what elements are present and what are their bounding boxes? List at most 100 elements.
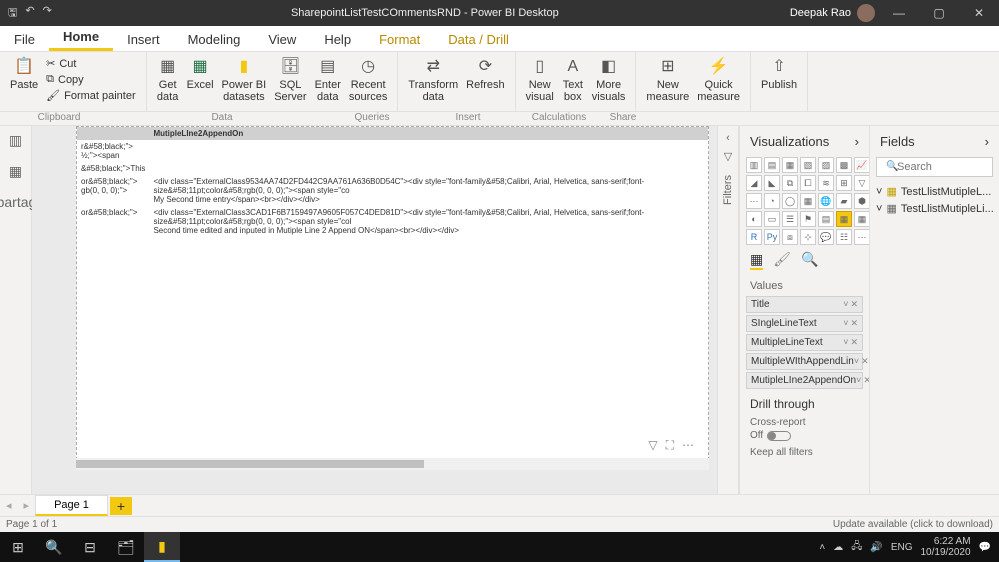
excel-button[interactable]: ▦Excel	[183, 54, 218, 93]
new-visual-button[interactable]: ▯New visual	[522, 54, 558, 105]
tab-help[interactable]: Help	[310, 28, 365, 51]
paste-button[interactable]: 📋Paste	[6, 54, 42, 93]
viz-100bar[interactable]: ▨	[818, 157, 834, 173]
add-page-button[interactable]: +	[110, 497, 132, 515]
cut-button[interactable]: ✂Cut	[42, 56, 140, 71]
start-button[interactable]: ⊞	[0, 532, 36, 562]
tab-file[interactable]: File	[0, 28, 49, 51]
viz-decomp[interactable]: ⊹	[800, 229, 816, 245]
well-multi2-append[interactable]: MutipleLIne2AppendOn˅✕	[746, 372, 863, 389]
report-canvas[interactable]: MutipleLIne2AppendOn r&#58;black;"> ½;">…	[32, 126, 717, 494]
more-visuals-button[interactable]: ◧More visuals	[588, 54, 630, 105]
well-title[interactable]: Title˅✕	[746, 296, 863, 313]
text-box-button[interactable]: AText box	[558, 54, 588, 105]
refresh-button[interactable]: ⟳Refresh	[462, 54, 509, 93]
viz-col[interactable]: ▧	[800, 157, 816, 173]
tray-lang[interactable]: ENG	[891, 542, 913, 553]
recent-sources-button[interactable]: ◷Recent sources	[345, 54, 392, 105]
tray-network-icon[interactable]: 🖧	[851, 539, 862, 556]
update-available[interactable]: Update available (click to download)	[833, 519, 993, 530]
search-button[interactable]: 🔍	[36, 532, 72, 562]
viz-slicer[interactable]: ▤	[818, 211, 834, 227]
format-painter-button[interactable]: 🖌Format painter	[42, 88, 140, 103]
viz-stacked-area[interactable]: ◣	[764, 175, 780, 191]
tab-modeling[interactable]: Modeling	[174, 28, 255, 51]
page-next[interactable]: ▸	[18, 499, 36, 512]
viz-shape-map[interactable]: ⬢	[854, 193, 870, 209]
task-view-button[interactable]: ⊟	[72, 532, 108, 562]
viz-clust-col[interactable]: ▦	[782, 157, 798, 173]
chevron-right-icon[interactable]: ›	[855, 134, 859, 149]
col-header[interactable]: MutipleLIne2AppendOn	[149, 127, 708, 140]
viz-py[interactable]: Py	[764, 229, 780, 245]
h-scrollbar[interactable]	[76, 458, 709, 470]
viz-card[interactable]: ▭	[764, 211, 780, 227]
viz-gauge[interactable]: ◐	[746, 211, 762, 227]
new-measure-button[interactable]: ⊞New measure	[642, 54, 693, 105]
viz-treemap[interactable]: ▦	[800, 193, 816, 209]
get-data-button[interactable]: ▦Get data	[153, 54, 183, 105]
viz-stacked-bar[interactable]: ▥	[746, 157, 762, 173]
pbi-datasets-button[interactable]: ▮Power BI datasets	[218, 54, 271, 105]
viz-pie[interactable]: ◔	[764, 193, 780, 209]
viz-combo2[interactable]: ⧠	[800, 175, 816, 191]
maximize-button[interactable]: ▢	[919, 6, 959, 20]
viz-donut[interactable]: ◯	[782, 193, 798, 209]
avatar[interactable]	[857, 4, 875, 22]
more-icon[interactable]: ⋯	[682, 438, 694, 453]
fields-tab-icon[interactable]: ▦	[750, 251, 763, 270]
report-view-icon[interactable]: ▥	[9, 132, 22, 149]
viz-line[interactable]: 📈	[854, 157, 870, 173]
enter-data-button[interactable]: ▤Enter data	[311, 54, 345, 105]
viz-multi-card[interactable]: ☰	[782, 211, 798, 227]
viz-100col[interactable]: ▩	[836, 157, 852, 173]
filter-icon[interactable]: ▽	[648, 438, 657, 453]
tray-notifications-icon[interactable]: 💬	[979, 542, 991, 553]
filters-pane-collapsed[interactable]: ‹ ▽ Filters	[717, 126, 739, 494]
powerbi-taskbar[interactable]: ▮	[144, 532, 180, 562]
sql-server-button[interactable]: 🗄SQL Server	[270, 54, 310, 105]
tray-clock[interactable]: 6:22 AM 10/19/2020	[920, 536, 970, 558]
viz-table[interactable]: ▦	[836, 211, 852, 227]
publish-button[interactable]: ⇧Publish	[757, 54, 801, 93]
viz-narrative[interactable]: ☷	[836, 229, 852, 245]
viz-area[interactable]: ◢	[746, 175, 762, 191]
viz-key-infl[interactable]: ⧈	[782, 229, 798, 245]
page-tab-1[interactable]: Page 1	[35, 495, 108, 516]
cross-report-toggle[interactable]: Off	[750, 430, 859, 441]
format-tab-icon[interactable]: 🖌	[773, 251, 791, 270]
focus-icon[interactable]: ⛶	[666, 438, 674, 453]
explorer-button[interactable]: 🗂	[108, 532, 144, 562]
page-prev[interactable]: ◂	[0, 499, 18, 512]
tab-datadrill[interactable]: Data / Drill	[434, 28, 523, 51]
viz-matrix[interactable]: ▦	[854, 211, 870, 227]
viz-kpi[interactable]: ⚑	[800, 211, 816, 227]
well-single[interactable]: SIngleLineText˅✕	[746, 315, 863, 332]
close-button[interactable]: ✕	[959, 6, 999, 20]
viz-bar[interactable]: ▤	[764, 157, 780, 173]
well-multi-append[interactable]: MultipleWIthAppendLin˅✕	[746, 353, 863, 370]
tray-cloud-icon[interactable]: ☁	[833, 542, 843, 553]
viz-filled-map[interactable]: ▰	[836, 193, 852, 209]
redo-icon[interactable]: ↷	[43, 4, 52, 23]
chevron-left-icon[interactable]: ‹	[726, 132, 730, 144]
viz-waterfall[interactable]: ⊞	[836, 175, 852, 191]
chevron-right-icon[interactable]: ›	[985, 134, 989, 149]
tab-view[interactable]: View	[254, 28, 310, 51]
table-item-1[interactable]: ˅▦TestLlistMutipleL...	[876, 183, 993, 200]
viz-map[interactable]: 🌐	[818, 193, 834, 209]
viz-combo1[interactable]: ⧉	[782, 175, 798, 191]
tray-volume-icon[interactable]: 🔊	[870, 542, 882, 553]
save-icon[interactable]: 🖫	[8, 4, 17, 23]
well-multi[interactable]: MultipleLineText˅✕	[746, 334, 863, 351]
table-item-2[interactable]: ˅▦TestLlistMutipleLi...	[876, 200, 993, 217]
tab-insert[interactable]: Insert	[113, 28, 174, 51]
copy-button[interactable]: ⧉Copy	[42, 72, 140, 87]
table-visual[interactable]: MutipleLIne2AppendOn r&#58;black;"> ½;">…	[76, 126, 709, 460]
minimize-button[interactable]: —	[879, 6, 919, 20]
viz-ribbon[interactable]: ≋	[818, 175, 834, 191]
analytics-tab-icon[interactable]: 🔍	[801, 251, 818, 270]
tab-format[interactable]: Format	[365, 28, 434, 51]
quick-measure-button[interactable]: ⚡Quick measure	[693, 54, 744, 105]
transform-data-button[interactable]: ⇄Transform data	[404, 54, 462, 105]
